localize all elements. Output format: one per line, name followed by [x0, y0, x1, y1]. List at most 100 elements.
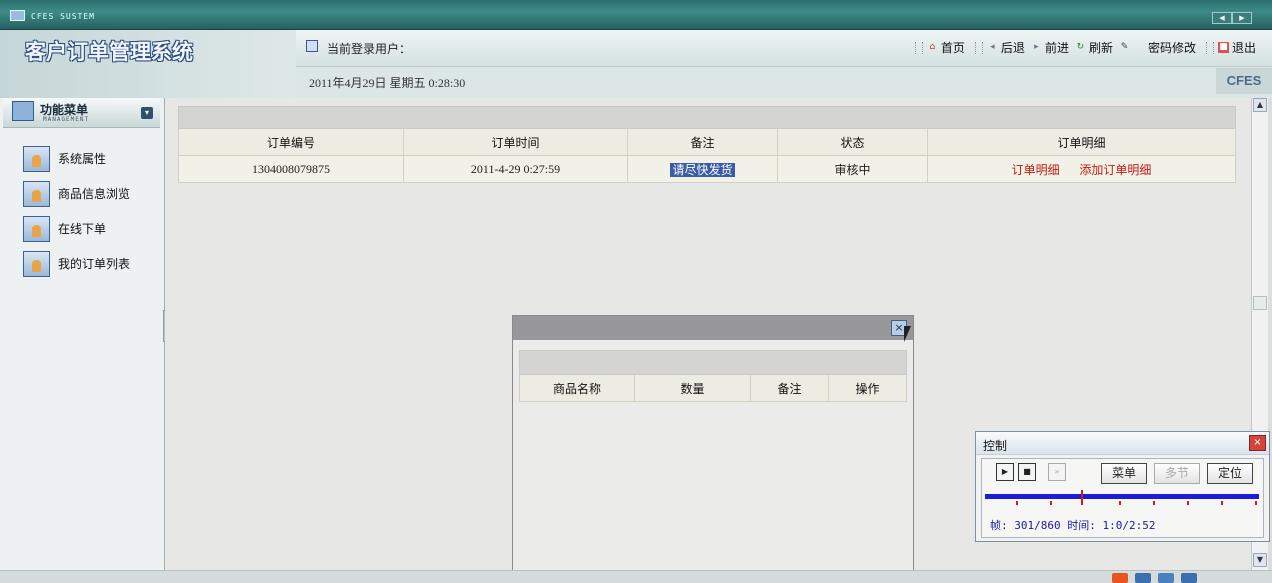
control-title: 控制 [983, 439, 1008, 453]
order-detail-dialog: × 商品名称 数量 备注 操作 [512, 315, 914, 571]
input-method-icon[interactable] [1112, 573, 1128, 583]
table-caption-row [178, 106, 1236, 129]
progress-track[interactable] [985, 494, 1259, 499]
add-order-detail-link[interactable]: 添加订单明细 [1079, 163, 1151, 177]
multi-section-button[interactable]: 多节 [1154, 463, 1200, 484]
progress-tick [1221, 501, 1223, 505]
order-detail-link[interactable]: 订单明细 [1012, 163, 1060, 177]
col-status: 状态 [777, 128, 928, 156]
system-tray [1112, 573, 1197, 583]
progress-tick [1119, 501, 1121, 505]
user-list-icon [306, 40, 318, 52]
user-card-icon [23, 180, 50, 207]
table-header-row: 订单编号 订单时间 备注 状态 订单明细 [178, 128, 1236, 156]
monitor-icon [10, 10, 25, 21]
control-body: ▶ ■ » 菜单 多节 定位 帧: 301/860 时间: 1:0/2:52 [981, 458, 1264, 538]
col-order-detail: 订单明细 [927, 128, 1236, 156]
scroll-left-icon[interactable]: ◀ [1212, 12, 1232, 24]
col-note: 备注 [627, 128, 778, 156]
playback-control-panel: 控制 × ▶ ■ » 菜单 多节 定位 帧: 301/860 时间: 1:0/2… [975, 431, 1270, 542]
divider [974, 41, 983, 54]
table-header-row: 商品名称 数量 备注 操作 [519, 374, 907, 402]
scroll-right-icon[interactable]: ▶ [1232, 12, 1252, 24]
sidebar: 功能菜单 MANAGEMENT ▾ 系统属性 商品信息浏览 在线下单 我的订单列… [0, 98, 167, 570]
sidebar-item-label: 我的订单列表 [58, 257, 131, 271]
forward-icon: ▸ [1034, 42, 1039, 52]
tray-icon[interactable] [1181, 573, 1197, 583]
sidebar-item-label: 在线下单 [58, 222, 107, 236]
progress-tick [1153, 501, 1155, 505]
detail-table: 商品名称 数量 备注 操作 [519, 350, 907, 402]
refresh-link[interactable]: ↻ 刷新 [1075, 39, 1113, 56]
stop-icon[interactable]: ■ [1018, 463, 1036, 481]
user-card-icon [23, 250, 50, 277]
password-edit-icon: ✎ [1120, 42, 1129, 52]
current-datetime: 2011年4月29日 星期五 0:28:30 [309, 76, 466, 90]
top-nav-links: ⌂ 首页 ◂ 后退 ▸ 前进 ↻ 刷新 ✎ 密码修改 ■ 退出 [911, 39, 1262, 56]
sidebar-menu-header[interactable]: 功能菜单 MANAGEMENT ▾ [3, 98, 160, 128]
home-link[interactable]: ⌂ 首页 [927, 39, 965, 56]
note-cell: 请尽快发货 [627, 155, 778, 183]
locate-button[interactable]: 定位 [1207, 463, 1253, 484]
col-quantity: 数量 [634, 374, 751, 402]
dialog-titlebar[interactable]: × [513, 316, 913, 342]
home-icon: ⌂ [929, 42, 936, 52]
col-product-name: 商品名称 [519, 374, 635, 402]
status-cell: 审核中 [777, 155, 928, 183]
sidebar-item-label: 系统属性 [58, 152, 107, 166]
sidebar-item-browse-products[interactable]: 商品信息浏览 [23, 176, 130, 211]
window-title: CFES SUSTEM [31, 12, 95, 21]
scroll-up-icon[interactable]: ▲ [1253, 98, 1267, 112]
progress-tick [1187, 501, 1189, 505]
refresh-icon: ↻ [1076, 42, 1085, 52]
collapse-icon[interactable]: ▾ [141, 107, 153, 119]
tray-icon[interactable] [1158, 573, 1174, 583]
current-user-label: 当前登录用户： [327, 42, 412, 56]
logout-icon: ■ [1217, 42, 1229, 53]
mouse-cursor-icon [904, 326, 911, 342]
password-edit-link[interactable]: ✎ 密码修改 [1119, 39, 1196, 56]
fast-forward-icon[interactable]: » [1048, 463, 1066, 481]
tray-icon[interactable] [1135, 573, 1151, 583]
logout-link[interactable]: ■ 退出 [1217, 39, 1256, 56]
col-action: 操作 [828, 374, 907, 402]
play-icon[interactable]: ▶ [996, 463, 1014, 481]
menu-button[interactable]: 菜单 [1101, 463, 1147, 484]
col-note: 备注 [750, 374, 829, 402]
order-no-cell: 1304008079875 [178, 155, 404, 183]
note-text[interactable]: 请尽快发货 [670, 162, 735, 177]
user-card-icon [23, 215, 50, 242]
frame-time-status: 帧: 301/860 时间: 1:0/2:52 [990, 519, 1156, 532]
col-order-no: 订单编号 [178, 128, 404, 156]
bottom-status-bar [0, 570, 1272, 583]
control-titlebar[interactable]: 控制 × [976, 432, 1269, 455]
brand-logo: CFES [1216, 68, 1272, 94]
user-info-row: 当前登录用户： ⌂ 首页 ◂ 后退 ▸ 前进 ↻ 刷新 ✎ 密码修改 ■ 退出 [296, 30, 1272, 66]
app-header: 客户订单管理系统 当前登录用户： ⌂ 首页 ◂ 后退 ▸ 前进 ↻ 刷新 ✎ 密… [0, 30, 1272, 98]
divider [914, 41, 923, 54]
sidebar-menu-list: 系统属性 商品信息浏览 在线下单 我的订单列表 [23, 141, 130, 281]
close-icon[interactable]: × [1249, 435, 1266, 451]
app-title: 客户订单管理系统 [25, 40, 193, 64]
sidebar-item-place-order[interactable]: 在线下单 [23, 211, 130, 246]
orders-table: 订单编号 订单时间 备注 状态 订单明细 1304008079875 2011-… [178, 106, 1236, 183]
sidebar-item-label: 商品信息浏览 [58, 187, 131, 201]
date-row: 2011年4月29日 星期五 0:28:30 [296, 66, 1272, 98]
menu-folder-icon [12, 101, 34, 121]
forward-link[interactable]: ▸ 前进 [1031, 39, 1069, 56]
sidebar-item-system-properties[interactable]: 系统属性 [23, 141, 130, 176]
progress-tick [1255, 501, 1257, 505]
back-link[interactable]: ◂ 后退 [987, 39, 1025, 56]
table-caption-row [519, 350, 907, 375]
progress-handle[interactable] [1080, 490, 1083, 505]
scroll-down-icon[interactable]: ▼ [1253, 553, 1267, 567]
col-order-time: 订单时间 [403, 128, 628, 156]
back-icon: ◂ [990, 42, 995, 52]
progress-tick [1050, 501, 1052, 505]
scroll-thumb[interactable] [1253, 296, 1267, 310]
divider [1205, 41, 1214, 54]
table-row: 1304008079875 2011-4-29 0:27:59 请尽快发货 审核… [178, 155, 1236, 183]
sidebar-item-my-orders[interactable]: 我的订单列表 [23, 246, 130, 281]
sidebar-subtitle: MANAGEMENT [43, 116, 90, 123]
window-titlebar: CFES SUSTEM ◀ ▶ [0, 0, 1272, 30]
